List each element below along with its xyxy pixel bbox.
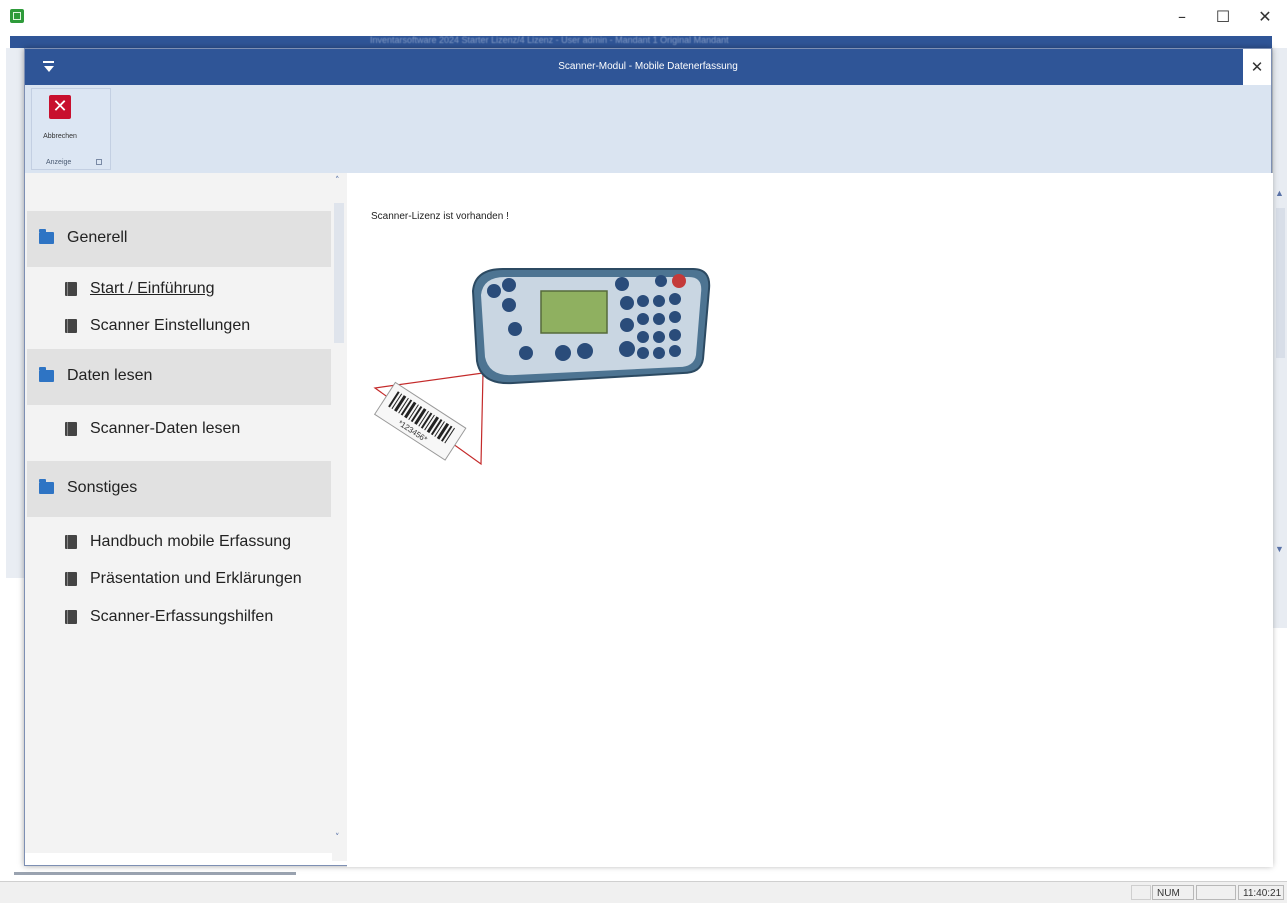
chevron-up-icon[interactable]: ˄ bbox=[335, 176, 340, 186]
folder-icon bbox=[39, 229, 54, 244]
outer-close-button[interactable]: ✕ bbox=[1250, 6, 1280, 28]
dialog-close-button[interactable]: ✕ bbox=[1243, 49, 1271, 85]
dialog-title: Scanner-Modul - Mobile Datenerfassung bbox=[558, 61, 738, 72]
book-icon bbox=[65, 572, 77, 586]
scanner-illustration: *123456* bbox=[373, 268, 711, 466]
outer-scrollbar[interactable]: ▲ ▼ bbox=[1272, 48, 1287, 628]
chevron-down-icon[interactable]: ▼ bbox=[1275, 544, 1284, 554]
folder-icon bbox=[39, 367, 54, 382]
chevron-down-icon[interactable]: ˅ bbox=[335, 833, 340, 843]
section-sonstiges[interactable]: Sonstiges bbox=[27, 461, 331, 517]
section-label: Sonstiges bbox=[67, 479, 138, 496]
status-time: 11:40:21 bbox=[1238, 885, 1284, 900]
license-status-text: Scanner-Lizenz ist vorhanden ! bbox=[371, 211, 509, 222]
status-num: NUM bbox=[1152, 885, 1194, 900]
ribbon-group-anzeige: ✕ Abbrechen Anzeige bbox=[31, 88, 111, 170]
maximize-button[interactable]: ☐ bbox=[1208, 6, 1238, 28]
folder-icon bbox=[39, 479, 54, 494]
chevron-up-icon[interactable]: ▲ bbox=[1275, 188, 1284, 198]
sidebar-item-label: Start / Einführung bbox=[90, 280, 215, 297]
content-area: Scanner-Lizenz ist vorhanden ! *123456* bbox=[347, 173, 1273, 867]
sidebar-item-label: Scanner-Erfassungshilfen bbox=[90, 608, 274, 625]
book-icon bbox=[65, 610, 77, 624]
close-icon: ✕ bbox=[49, 95, 71, 119]
sidebar-item-label: Scanner Einstellungen bbox=[90, 317, 251, 334]
section-daten-lesen[interactable]: Daten lesen bbox=[27, 349, 331, 405]
sidebar-item-label: Präsentation und Erklärungen bbox=[90, 570, 302, 587]
outer-left-panel bbox=[6, 48, 25, 578]
section-label: Daten lesen bbox=[67, 367, 153, 384]
dialog-titlebar: Scanner-Modul - Mobile Datenerfassung ✕ bbox=[25, 49, 1271, 85]
sidebar-item-label: Handbuch mobile Erfassung bbox=[90, 533, 292, 550]
section-generell[interactable]: Generell bbox=[27, 211, 331, 267]
cancel-label: Abbrechen bbox=[43, 133, 77, 140]
sidebar-item-label: Scanner-Daten lesen bbox=[90, 420, 241, 437]
book-icon bbox=[65, 319, 77, 333]
outer-divider bbox=[14, 872, 296, 875]
cancel-button[interactable]: ✕ Abbrechen bbox=[34, 91, 86, 151]
dialog-launcher-icon[interactable] bbox=[96, 159, 102, 165]
minimize-button[interactable]: – bbox=[1167, 6, 1197, 28]
outer-titlebar: – ☐ ✕ bbox=[0, 0, 1287, 34]
status-cell-empty bbox=[1131, 885, 1151, 900]
section-label: Generell bbox=[67, 229, 128, 246]
book-icon bbox=[65, 422, 77, 436]
outer-window-header: Inventarsoftware 2024 Starter Lizenz/4 L… bbox=[10, 36, 1272, 48]
app-icon bbox=[10, 9, 24, 23]
scanner-dialog: Scanner-Modul - Mobile Datenerfassung ✕ … bbox=[24, 48, 1273, 867]
status-cell-empty bbox=[1196, 885, 1236, 900]
book-icon bbox=[65, 535, 77, 549]
ribbon: ✕ Abbrechen Anzeige bbox=[25, 85, 1271, 174]
sidebar-scrollbar[interactable]: ˄ ˅ bbox=[332, 173, 347, 861]
book-icon bbox=[65, 282, 77, 296]
sidebar-nav: Generell Start / Einführung Scanner Eins… bbox=[25, 173, 347, 853]
scroll-thumb[interactable] bbox=[1276, 208, 1285, 358]
scroll-thumb[interactable] bbox=[334, 203, 344, 343]
status-bar: NUM 11:40:21 bbox=[0, 881, 1287, 903]
outer-window-title: Inventarsoftware 2024 Starter Lizenz/4 L… bbox=[370, 36, 729, 45]
